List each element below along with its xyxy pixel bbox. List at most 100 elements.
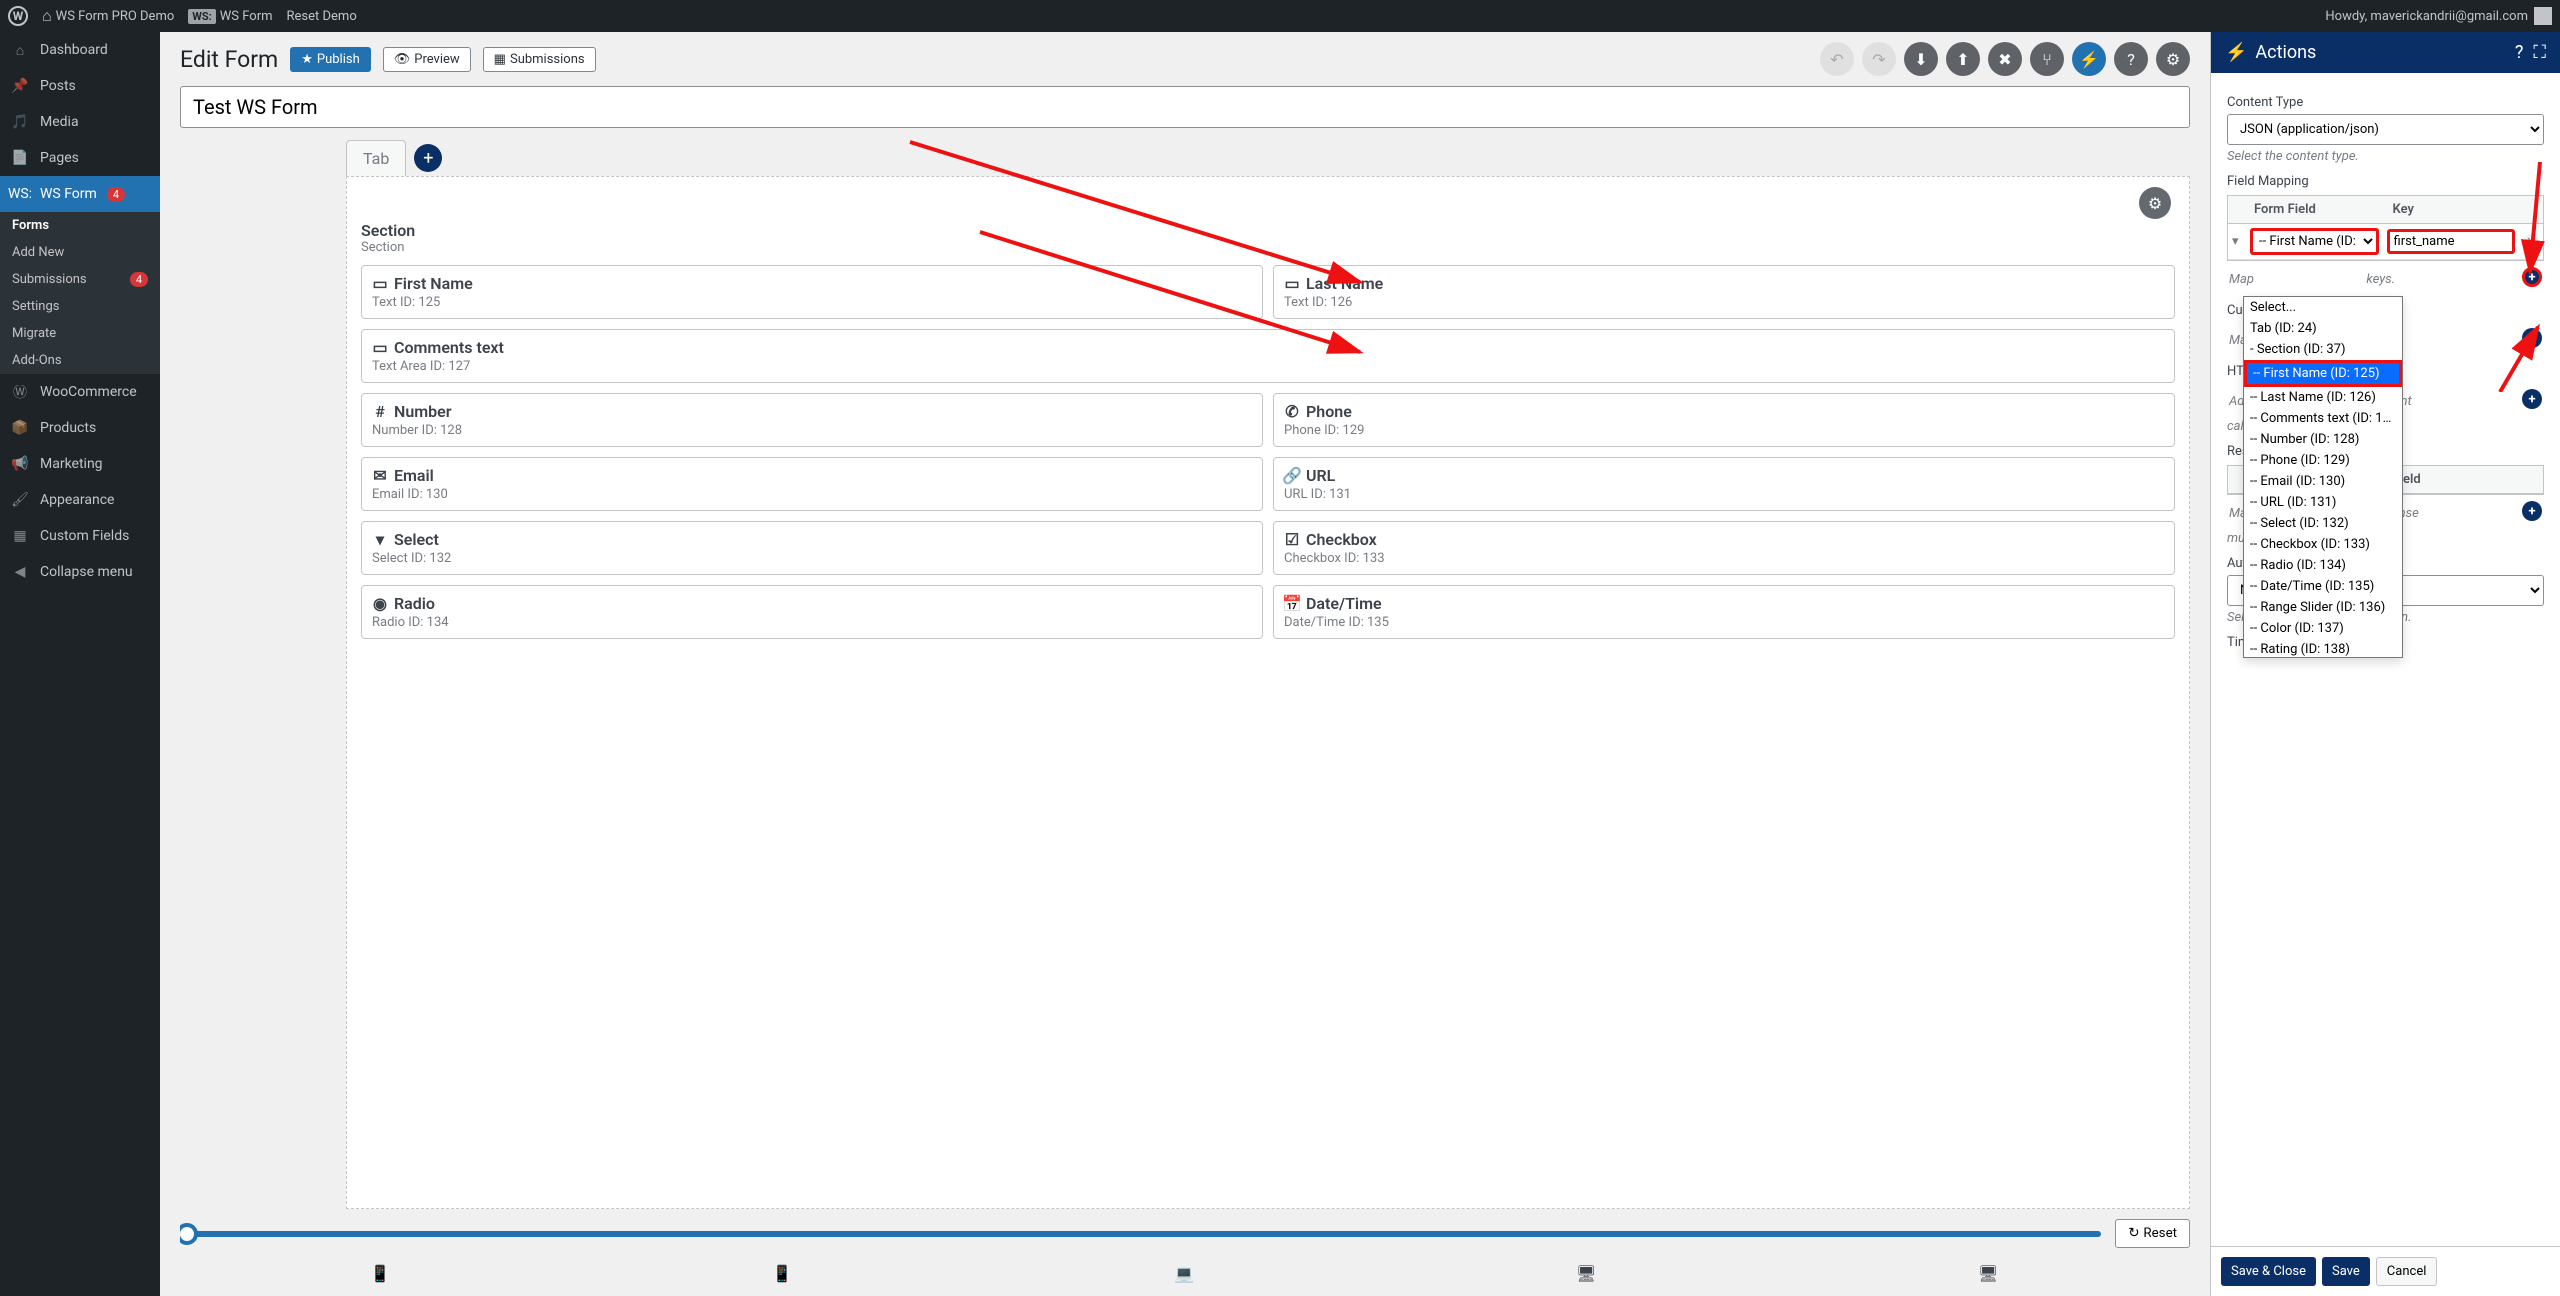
submenu-settings[interactable]: Settings	[0, 293, 160, 320]
save-close-button[interactable]: Save & Close	[2221, 1257, 2316, 1286]
dropdown-option[interactable]: -- Last Name (ID: 126)	[2244, 387, 2402, 408]
device-laptop-icon[interactable]: 🖥	[1576, 1264, 1598, 1286]
sidebar-item-media[interactable]: 🎵Media	[0, 104, 160, 140]
field-number[interactable]: #NumberNumber ID: 128	[361, 393, 1263, 447]
sidebar-item-custom-fields[interactable]: ▦Custom Fields	[0, 518, 160, 554]
remove-row-icon[interactable]: ✕	[2523, 234, 2539, 250]
dropdown-option[interactable]: -- First Name (ID: 125)	[2244, 360, 2402, 387]
sidebar-item-dashboard[interactable]: ⌂Dashboard	[0, 32, 160, 68]
dropdown-option[interactable]: -- Range Slider (ID: 136)	[2244, 597, 2402, 618]
field-radio[interactable]: ◉RadioRadio ID: 134	[361, 585, 1263, 639]
dropdown-option[interactable]: -- Radio (ID: 134)	[2244, 555, 2402, 576]
dropdown-option[interactable]: -- Email (ID: 130)	[2244, 471, 2402, 492]
add-header-button[interactable]: +	[2522, 389, 2542, 409]
dropdown-option[interactable]: -- Rating (ID: 138)	[2244, 639, 2402, 657]
woo-icon: Ⓦ	[10, 382, 30, 402]
dropdown-option[interactable]: -- Checkbox (ID: 133)	[2244, 534, 2402, 555]
sidebar-item-marketing[interactable]: 📢Marketing	[0, 446, 160, 482]
add-tab-button[interactable]: +	[414, 144, 442, 172]
avatar[interactable]	[2534, 7, 2552, 25]
submenu-forms[interactable]: Forms	[0, 212, 160, 239]
split-button[interactable]: ⑂	[2030, 42, 2064, 76]
field-checkbox[interactable]: ☑CheckboxCheckbox ID: 133	[1273, 521, 2175, 575]
key-input[interactable]	[2387, 229, 2516, 254]
dropdown-option[interactable]: Select...	[2244, 297, 2402, 318]
dropdown-option[interactable]: -- URL (ID: 131)	[2244, 492, 2402, 513]
howdy[interactable]: Howdy, maverickandrii@gmail.com	[2325, 9, 2528, 24]
help-button[interactable]: ?	[2114, 42, 2148, 76]
submissions-button[interactable]: ▦ Submissions	[483, 47, 596, 72]
device-mobile-icon[interactable]: 📱	[370, 1264, 392, 1286]
dropdown-option[interactable]: -- Select (ID: 132)	[2244, 513, 2402, 534]
save-button[interactable]: Save	[2322, 1257, 2370, 1286]
download-button[interactable]: ⬇	[1904, 42, 1938, 76]
dropdown-option[interactable]: -- Number (ID: 128)	[2244, 429, 2402, 450]
dashboard-icon: ⌂	[10, 40, 30, 60]
device-tablet-icon[interactable]: 💻	[1174, 1264, 1196, 1286]
submenu-migrate[interactable]: Migrate	[0, 320, 160, 347]
sidebar-item-appearance[interactable]: 🖌Appearance	[0, 482, 160, 518]
upload-button[interactable]: ⬆	[1946, 42, 1980, 76]
field-url[interactable]: 🔗URLURL ID: 131	[1273, 457, 2175, 511]
panel-help-icon[interactable]: ?	[2515, 42, 2524, 63]
ws-badge[interactable]: WS:WS Form	[188, 9, 272, 24]
panel-header: ⚡ Actions ? ⛶	[2211, 32, 2560, 73]
field-mapping-table: Form Field Key ▾ -- First Name (ID: 1 ✕	[2227, 195, 2544, 261]
redo-button[interactable]: ↷	[1862, 42, 1896, 76]
fields-icon: ▦	[10, 526, 30, 546]
field-last-name[interactable]: ▭Last NameText ID: 126	[1273, 265, 2175, 319]
tools-button[interactable]: ✖	[1988, 42, 2022, 76]
dropdown-option[interactable]: Tab (ID: 24)	[2244, 318, 2402, 339]
main-content: Edit Form ★ Publish 👁 Preview ▦ Submissi…	[160, 32, 2210, 1296]
actions-button[interactable]: ⚡	[2072, 42, 2106, 76]
content-type-select[interactable]: JSON (application/json)	[2227, 114, 2544, 145]
url-icon: 🔗	[1284, 468, 1300, 484]
sidebar-item-woocommerce[interactable]: ⓌWooCommerce	[0, 374, 160, 410]
form-field-dropdown[interactable]: Select...Tab (ID: 24)- Section (ID: 37)-…	[2243, 296, 2403, 658]
settings-button[interactable]: ⚙	[2156, 42, 2190, 76]
dropdown-option[interactable]: -- Phone (ID: 129)	[2244, 450, 2402, 471]
cancel-button[interactable]: Cancel	[2376, 1257, 2438, 1286]
email-icon: ✉	[372, 468, 388, 484]
reset-button[interactable]: ↻ Reset	[2115, 1219, 2190, 1248]
sidebar-item-ws-form[interactable]: WS:WS Form4	[0, 176, 160, 212]
publish-button[interactable]: ★ Publish	[290, 47, 371, 72]
dropdown-option[interactable]: -- Comments text (ID: 127)	[2244, 408, 2402, 429]
form-field-select[interactable]: -- First Name (ID: 1	[2250, 228, 2379, 255]
sidebar-item-products[interactable]: 📦Products	[0, 410, 160, 446]
panel-expand-icon[interactable]: ⛶	[2533, 42, 2546, 63]
sidebar-item-collapse-menu[interactable]: ◀Collapse menu	[0, 554, 160, 590]
reset-demo[interactable]: Reset Demo	[287, 9, 357, 24]
submenu-add-new[interactable]: Add New	[0, 239, 160, 266]
device-desktop-icon[interactable]: 🖥	[1978, 1264, 2000, 1286]
site-link[interactable]: ⌂WS Form PRO Demo	[42, 6, 174, 26]
field-date/time[interactable]: 📅Date/TimeDate/Time ID: 135	[1273, 585, 2175, 639]
undo-button[interactable]: ↶	[1820, 42, 1854, 76]
submenu-submissions[interactable]: Submissions4	[0, 266, 160, 293]
col-form-field: Form Field	[2246, 196, 2385, 223]
field-phone[interactable]: ✆PhonePhone ID: 129	[1273, 393, 2175, 447]
add-custom-mapping-button[interactable]: +	[2522, 328, 2542, 348]
wsform-icon: WS:	[10, 184, 30, 204]
form-name-input[interactable]	[180, 86, 2190, 128]
sidebar-item-posts[interactable]: 📌Posts	[0, 68, 160, 104]
field-comments-text[interactable]: ▭Comments textText Area ID: 127	[361, 329, 2175, 383]
dropdown-option[interactable]: -- Color (ID: 137)	[2244, 618, 2402, 639]
sidebar-item-pages[interactable]: 📄Pages	[0, 140, 160, 176]
tab-button[interactable]: Tab	[346, 140, 406, 176]
submenu-add-ons[interactable]: Add-Ons	[0, 347, 160, 374]
chevron-down-icon[interactable]: ▾	[2228, 230, 2246, 253]
field-email[interactable]: ✉EmailEmail ID: 130	[361, 457, 1263, 511]
add-mapping-button[interactable]: +	[2522, 267, 2542, 287]
dropdown-option[interactable]: -- Date/Time (ID: 135)	[2244, 576, 2402, 597]
dropdown-option[interactable]: - Section (ID: 37)	[2244, 339, 2402, 360]
breakpoint-slider[interactable]	[180, 1231, 2101, 1237]
field-first-name[interactable]: ▭First NameText ID: 125	[361, 265, 1263, 319]
preview-button[interactable]: 👁 Preview	[383, 47, 471, 72]
device-mobile-lg-icon[interactable]: 📱	[772, 1264, 794, 1286]
section-settings-icon[interactable]: ⚙	[2139, 187, 2171, 219]
form-canvas: ⚙ Section Section ▭First NameText ID: 12…	[346, 176, 2190, 1209]
add-response-button[interactable]: +	[2522, 501, 2542, 521]
field-select[interactable]: ▾SelectSelect ID: 132	[361, 521, 1263, 575]
wp-logo[interactable]: W	[8, 6, 28, 26]
